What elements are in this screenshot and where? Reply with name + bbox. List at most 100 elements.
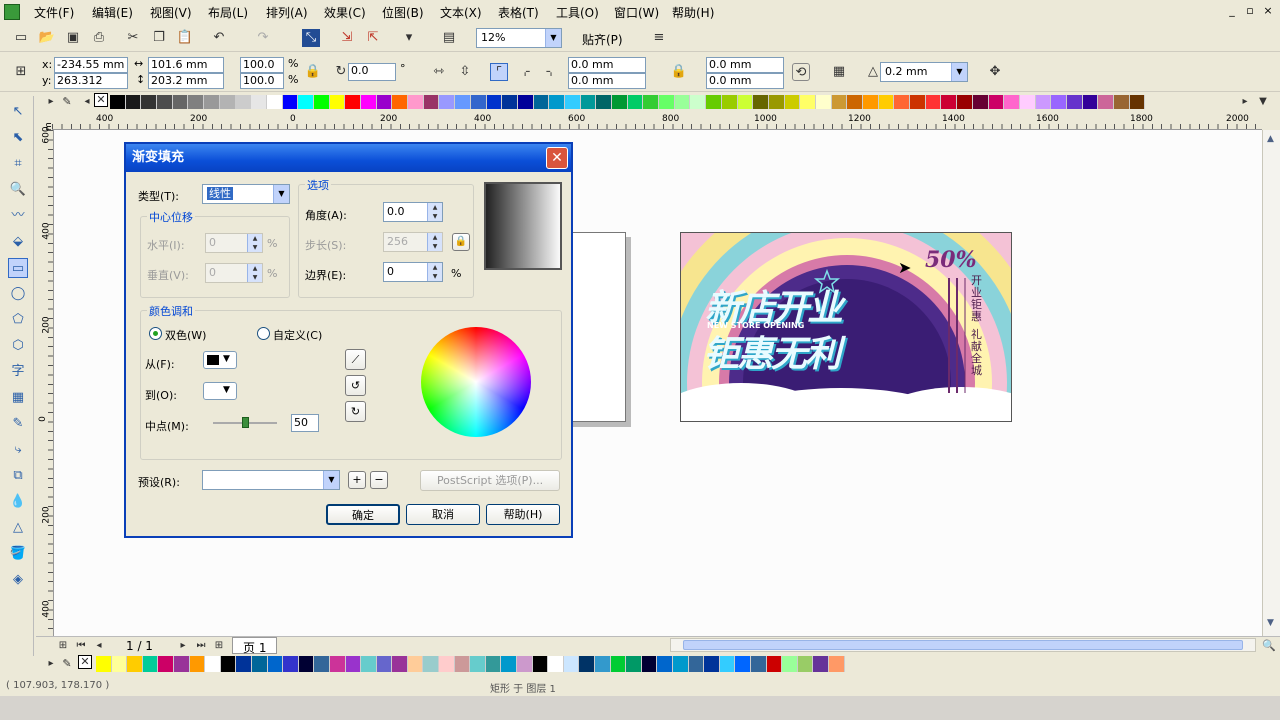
color-swatch[interactable] bbox=[1019, 95, 1036, 109]
color-swatch[interactable] bbox=[1098, 95, 1114, 109]
color-swatch[interactable] bbox=[626, 656, 642, 672]
color-swatch[interactable] bbox=[439, 656, 455, 672]
menu-help[interactable]: 帮助(H) bbox=[672, 4, 714, 21]
mirror-horizontal-icon[interactable]: ⇿ bbox=[430, 63, 448, 81]
color-swatch[interactable] bbox=[517, 656, 533, 672]
copy-icon[interactable]: ❐ bbox=[150, 29, 168, 47]
export-icon[interactable]: ⇱ bbox=[364, 29, 382, 47]
color-swatch[interactable] bbox=[831, 95, 848, 109]
smart-fill-icon[interactable]: ⬙ bbox=[8, 232, 28, 252]
color-swatch[interactable] bbox=[423, 656, 440, 672]
color-swatch[interactable] bbox=[627, 95, 644, 109]
color-swatch[interactable] bbox=[1051, 95, 1067, 109]
add-page-after-icon[interactable]: ⊞ bbox=[210, 637, 228, 655]
color-swatch[interactable] bbox=[595, 656, 611, 672]
color-swatch[interactable] bbox=[878, 95, 895, 109]
fill-tool-icon[interactable]: 🪣 bbox=[8, 544, 28, 564]
color-swatch[interactable] bbox=[532, 656, 549, 672]
color-swatch[interactable] bbox=[314, 656, 330, 672]
counterclockwise-blend-icon[interactable]: ↺ bbox=[345, 375, 366, 396]
color-swatch[interactable] bbox=[251, 95, 267, 109]
color-swatch[interactable] bbox=[142, 656, 159, 672]
color-swatch[interactable] bbox=[564, 95, 581, 109]
direct-blend-icon[interactable]: ⟋ bbox=[345, 349, 366, 370]
table-tool-icon[interactable]: ▦ bbox=[8, 388, 28, 408]
color-swatch[interactable] bbox=[188, 95, 205, 109]
spinner-arrows-icon[interactable]: ▲ ▼ bbox=[247, 264, 262, 282]
color-swatch[interactable] bbox=[674, 95, 691, 109]
color-swatch[interactable] bbox=[376, 95, 393, 109]
color-swatch[interactable] bbox=[485, 656, 502, 672]
color-swatch[interactable] bbox=[580, 95, 597, 109]
color-swatch[interactable] bbox=[782, 656, 798, 672]
color-swatch[interactable] bbox=[408, 95, 424, 109]
scroll-down-arrow-icon[interactable]: ▼ bbox=[1267, 618, 1274, 628]
color-swatch[interactable] bbox=[910, 95, 926, 109]
eyedropper-icon[interactable]: ✎ bbox=[58, 93, 76, 111]
ellipse-tool-icon[interactable]: ◯ bbox=[8, 284, 28, 304]
color-swatch[interactable] bbox=[439, 95, 456, 109]
shape-tool-icon[interactable]: ⬉ bbox=[8, 128, 28, 148]
postscript-options-button[interactable]: PostScript 选项(P)... bbox=[420, 470, 560, 491]
tab-page-1[interactable]: 页 1 bbox=[232, 637, 278, 655]
color-swatch[interactable] bbox=[125, 95, 142, 109]
color-swatch[interactable] bbox=[737, 95, 754, 109]
color-swatch[interactable] bbox=[894, 95, 911, 109]
color-swatch[interactable] bbox=[797, 656, 814, 672]
color-swatch[interactable] bbox=[941, 95, 958, 109]
menu-edit[interactable]: 编辑(E) bbox=[92, 4, 133, 21]
color-swatch[interactable] bbox=[1035, 95, 1052, 109]
menu-text[interactable]: 文本(X) bbox=[440, 4, 482, 21]
zoom-level-select[interactable]: 12% ▼ bbox=[476, 28, 562, 48]
spinner-arrows-icon[interactable]: ▲ ▼ bbox=[427, 263, 442, 281]
prev-page-icon[interactable]: ◂ bbox=[90, 637, 108, 655]
redo-icon[interactable]: ↷ bbox=[254, 29, 272, 47]
color-swatch[interactable] bbox=[863, 95, 879, 109]
color-swatch[interactable] bbox=[548, 656, 564, 672]
from-color-picker[interactable]: ▼ bbox=[203, 351, 237, 369]
color-swatch[interactable] bbox=[988, 95, 1005, 109]
color-swatch[interactable] bbox=[454, 656, 471, 672]
menu-arrange[interactable]: 排列(A) bbox=[266, 4, 308, 21]
x-position-field[interactable]: -234.55 mm bbox=[54, 57, 128, 73]
color-swatch[interactable] bbox=[641, 656, 658, 672]
menu-bitmaps[interactable]: 位图(B) bbox=[382, 4, 424, 21]
width-field[interactable]: 101.6 mm bbox=[148, 57, 224, 73]
y-position-field[interactable]: 263.312 mm bbox=[54, 73, 128, 101]
color-swatch[interactable] bbox=[612, 95, 628, 109]
document-color-palette[interactable] bbox=[96, 656, 845, 672]
color-swatch[interactable] bbox=[407, 656, 424, 672]
palette-menu-icon[interactable]: ▼ bbox=[1254, 93, 1272, 111]
color-swatch[interactable] bbox=[173, 656, 190, 672]
color-swatch[interactable] bbox=[205, 656, 221, 672]
outline-width-select[interactable]: 0.2 mm ▼ bbox=[880, 62, 968, 82]
menu-file[interactable]: 文件(F) bbox=[34, 4, 74, 21]
horizontal-offset-field[interactable]: 0 ▲ ▼ bbox=[205, 233, 263, 253]
corner-radius-bottom-right[interactable]: 0.0 mm bbox=[706, 73, 784, 89]
corner-lock-icon[interactable]: 🔒 bbox=[670, 63, 688, 81]
print-icon[interactable]: ⎙ bbox=[90, 29, 108, 47]
color-swatch[interactable] bbox=[750, 656, 767, 672]
wrap-text-icon[interactable]: ▦ bbox=[830, 63, 848, 81]
mirror-vertical-icon[interactable]: ⇳ bbox=[456, 63, 474, 81]
vertical-scrollbar-track[interactable]: ▲ ▼ bbox=[1262, 130, 1280, 636]
color-palette[interactable] bbox=[110, 95, 1146, 109]
scroll-up-arrow-icon[interactable]: ▲ bbox=[1267, 134, 1274, 144]
outline-tool-icon[interactable]: △ bbox=[8, 518, 28, 538]
dimension-tool-icon[interactable]: ✎ bbox=[8, 414, 28, 434]
steps-field[interactable]: 256 ▲ ▼ bbox=[383, 232, 443, 252]
color-swatch[interactable] bbox=[735, 656, 751, 672]
menu-layout[interactable]: 布局(L) bbox=[208, 4, 248, 21]
color-swatch[interactable] bbox=[392, 95, 409, 109]
color-swatch[interactable] bbox=[610, 656, 627, 672]
color-swatch[interactable] bbox=[345, 656, 362, 672]
page-border[interactable] bbox=[564, 232, 626, 422]
color-swatch[interactable] bbox=[282, 95, 299, 109]
minimize-button[interactable]: _ bbox=[1224, 4, 1240, 18]
color-swatch[interactable] bbox=[189, 656, 206, 672]
color-swatch[interactable] bbox=[298, 656, 315, 672]
corner-radius-top-left[interactable]: 0.0 mm bbox=[568, 57, 646, 73]
corner-radius-top-right[interactable]: 0.0 mm bbox=[706, 57, 784, 73]
color-swatch[interactable] bbox=[753, 95, 769, 109]
color-swatch[interactable] bbox=[96, 656, 112, 672]
